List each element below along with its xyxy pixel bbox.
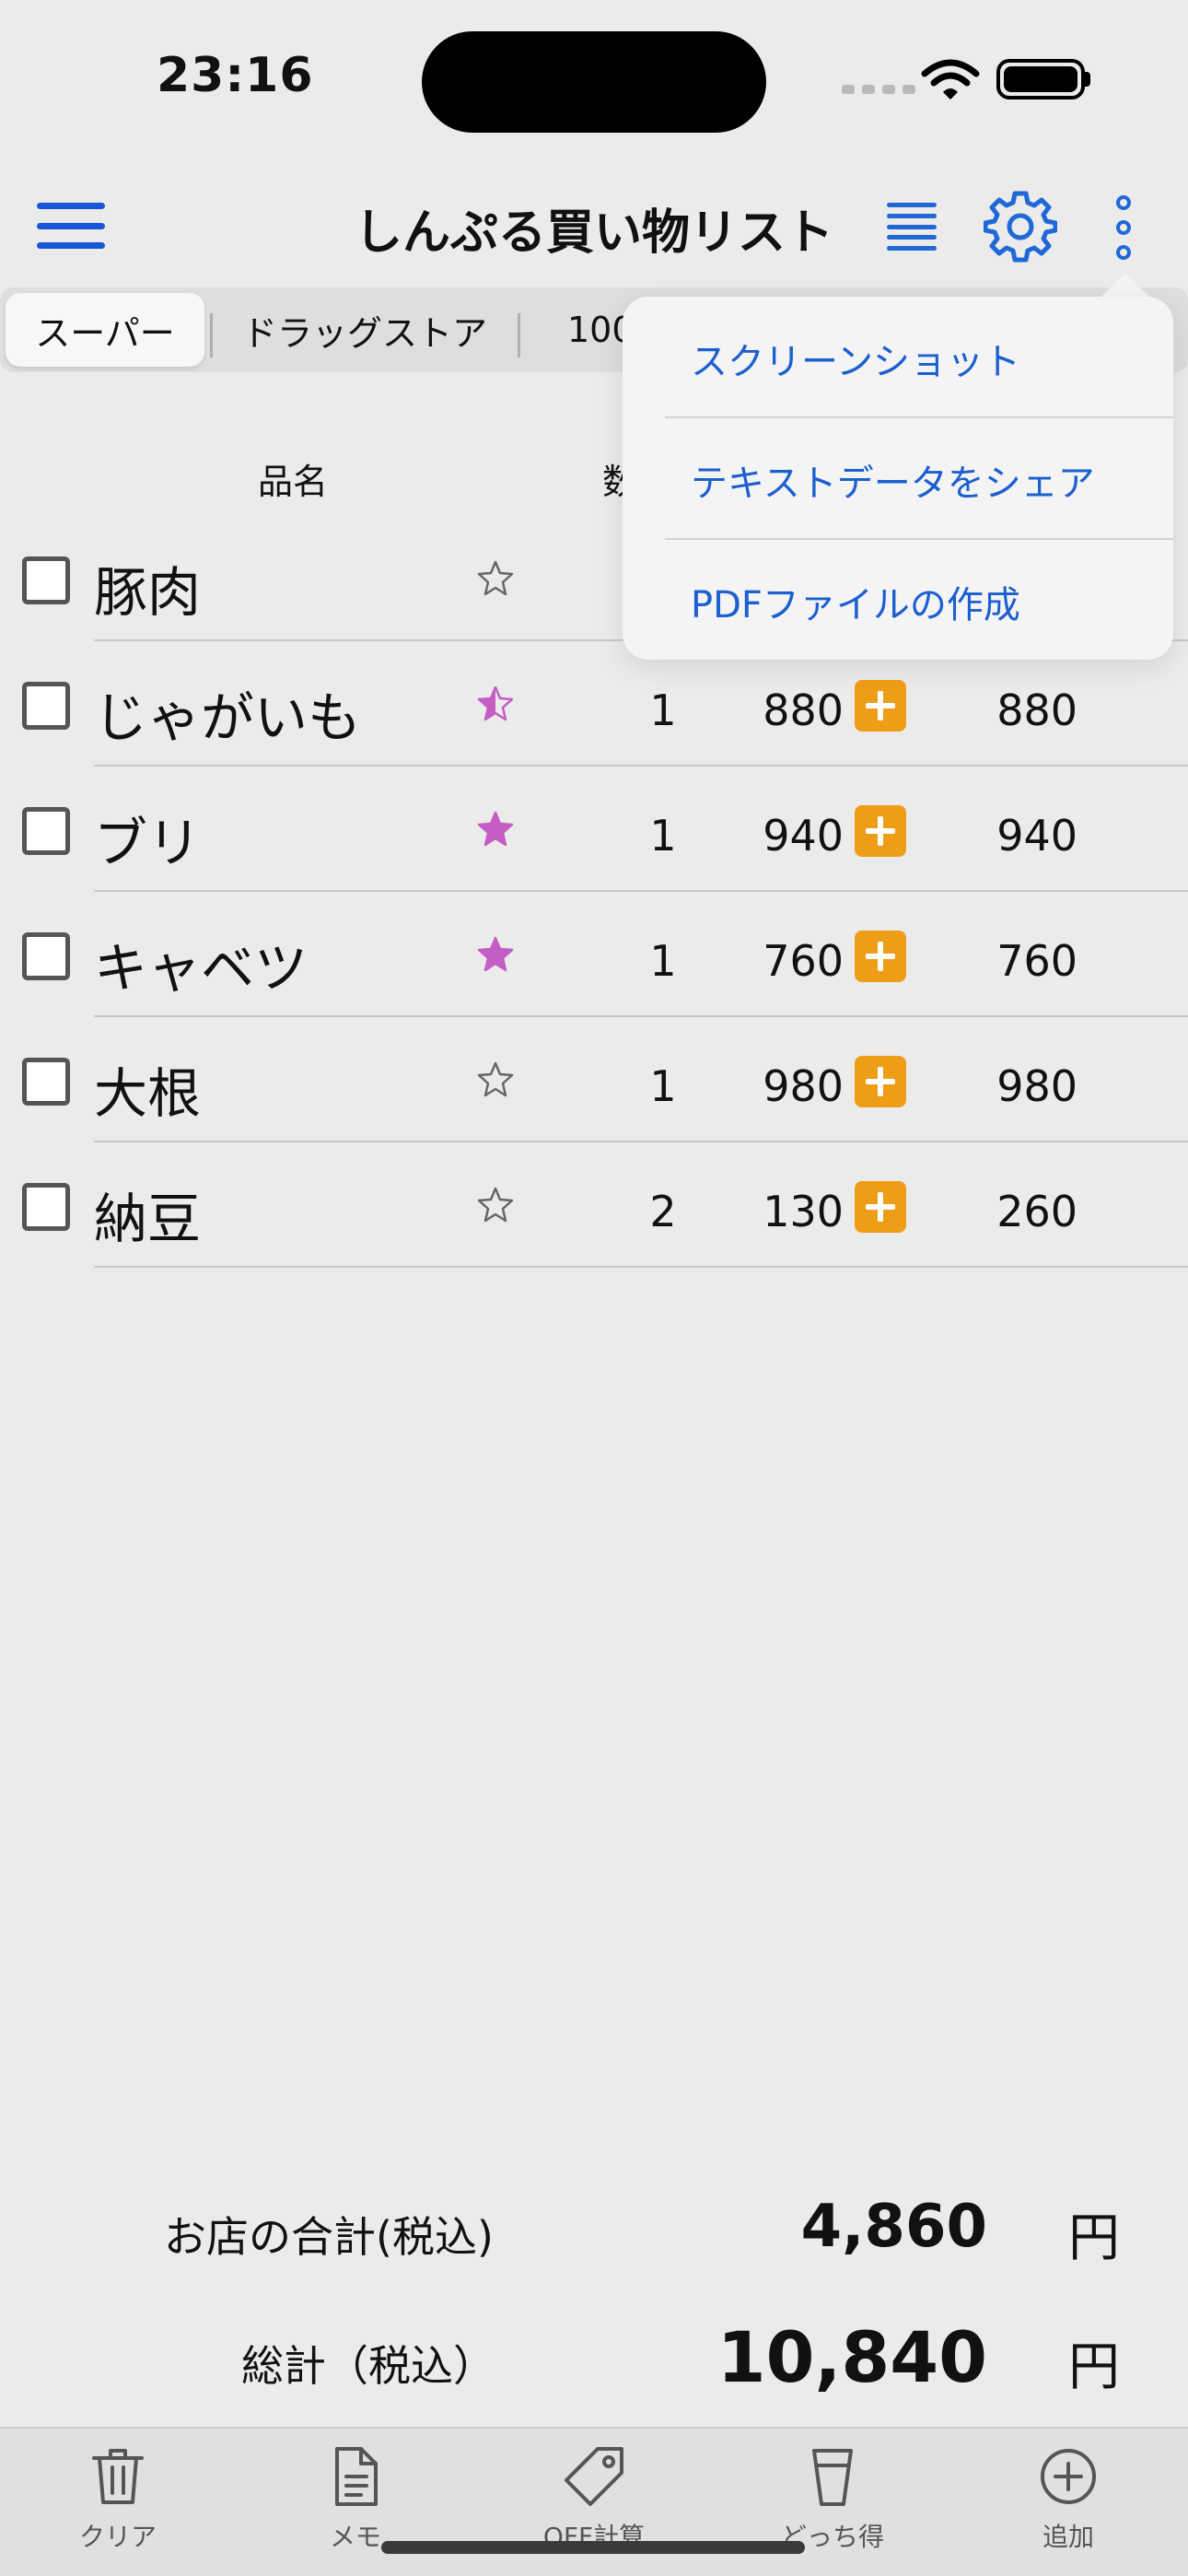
tab-clear[interactable]: クリア [26, 2445, 210, 2565]
list-item: 大根 1 980 980 [0, 1017, 1188, 1142]
battery-tip [1085, 72, 1090, 87]
grand-total-currency: 円 [1068, 2337, 1120, 2397]
gear-icon[interactable] [984, 190, 1057, 263]
star-empty-icon[interactable] [475, 1185, 516, 1225]
more-options-icon[interactable] [1105, 195, 1142, 260]
menu-pointer [1101, 273, 1149, 297]
item-price: 980 [763, 1061, 844, 1111]
item-qty: 1 [649, 936, 677, 986]
document-icon [335, 2447, 378, 2506]
store-total-label: お店の合計(税込) [164, 2212, 494, 2262]
list-item: 納豆 2 130 260 [0, 1142, 1188, 1268]
item-checkbox[interactable] [22, 1183, 70, 1231]
signal-icon [842, 85, 915, 94]
item-name[interactable]: キャベツ [94, 925, 308, 1002]
store-total-value: 4,860 [800, 2193, 987, 2261]
item-qty: 1 [649, 811, 677, 861]
tab-supermarket[interactable]: スーパー [6, 293, 204, 367]
item-checkbox[interactable] [22, 556, 70, 604]
item-subtotal: 760 [996, 936, 1077, 986]
item-subtotal: 940 [996, 811, 1077, 861]
options-menu: スクリーンショット テキストデータをシェア PDFファイルの作成 [623, 297, 1173, 660]
tab-clear-label: クリア [78, 2522, 157, 2552]
menu-item-create-pdf[interactable]: PDFファイルの作成 [691, 575, 1020, 628]
item-price: 130 [763, 1187, 844, 1236]
cup-icon [812, 2449, 853, 2506]
list-item: じゃがいも 1 880 880 [0, 641, 1188, 767]
status-time: 23:16 [157, 48, 314, 103]
wifi-icon [921, 59, 980, 100]
add-price-button[interactable] [855, 1056, 906, 1107]
star-empty-icon[interactable] [475, 1060, 516, 1100]
item-subtotal: 880 [996, 685, 1077, 735]
item-price: 940 [763, 811, 844, 861]
list-item: ブリ 1 940 940 [0, 767, 1188, 892]
item-name[interactable]: ブリ [94, 800, 201, 877]
grand-total-label: 総計（税込） [241, 2341, 495, 2391]
item-subtotal: 260 [996, 1187, 1077, 1236]
grand-total-value: 10,840 [716, 2316, 987, 2398]
hamburger-menu-icon[interactable] [37, 203, 105, 249]
tag-icon [565, 2447, 623, 2506]
tab-separator [518, 313, 520, 357]
item-checkbox[interactable] [22, 807, 70, 855]
menu-item-screenshot[interactable]: スクリーンショット [691, 332, 1020, 385]
item-checkbox[interactable] [22, 682, 70, 730]
item-name[interactable]: 豚肉 [94, 549, 201, 626]
home-indicator[interactable] [381, 2541, 805, 2554]
item-name[interactable]: 納豆 [94, 1176, 201, 1253]
menu-item-share-text[interactable]: テキストデータをシェア [691, 453, 1095, 507]
item-qty: 1 [649, 685, 677, 735]
column-header-name: 品名 [258, 462, 329, 502]
item-qty: 2 [649, 1187, 677, 1236]
menu-divider [665, 538, 1173, 540]
add-price-button[interactable] [855, 931, 906, 982]
tab-add[interactable]: 追加 [976, 2445, 1160, 2565]
item-price: 760 [763, 936, 844, 986]
item-subtotal: 980 [996, 1061, 1077, 1111]
tab-drugstore[interactable]: ドラッグストア [217, 293, 512, 367]
add-price-button[interactable] [855, 680, 906, 732]
add-price-button[interactable] [855, 1181, 906, 1233]
list-item: キャベツ 1 760 760 [0, 892, 1188, 1017]
star-half-icon[interactable] [475, 684, 516, 724]
item-name[interactable]: 大根 [94, 1050, 201, 1128]
trash-icon [92, 2449, 144, 2504]
item-name[interactable]: じゃがいも [94, 674, 361, 752]
star-empty-icon[interactable] [475, 558, 516, 599]
status-bar: 23:16 [0, 0, 1188, 157]
star-filled-icon[interactable] [475, 809, 516, 849]
store-total-currency: 円 [1068, 2208, 1120, 2268]
battery-icon [996, 59, 1085, 100]
menu-divider [665, 416, 1173, 418]
plus-circle-icon [1041, 2449, 1096, 2504]
row-divider [94, 1266, 1188, 1268]
item-price: 880 [763, 685, 844, 735]
star-filled-icon[interactable] [475, 934, 516, 975]
item-checkbox[interactable] [22, 932, 70, 980]
nav-header: しんぷる買い物リスト [0, 166, 1188, 286]
item-checkbox[interactable] [22, 1058, 70, 1106]
tab-add-label: 追加 [1042, 2522, 1094, 2552]
list-view-icon[interactable] [887, 203, 937, 251]
add-price-button[interactable] [855, 805, 906, 857]
tab-separator [210, 313, 213, 357]
dynamic-island [422, 31, 766, 133]
item-qty: 1 [649, 1061, 677, 1111]
